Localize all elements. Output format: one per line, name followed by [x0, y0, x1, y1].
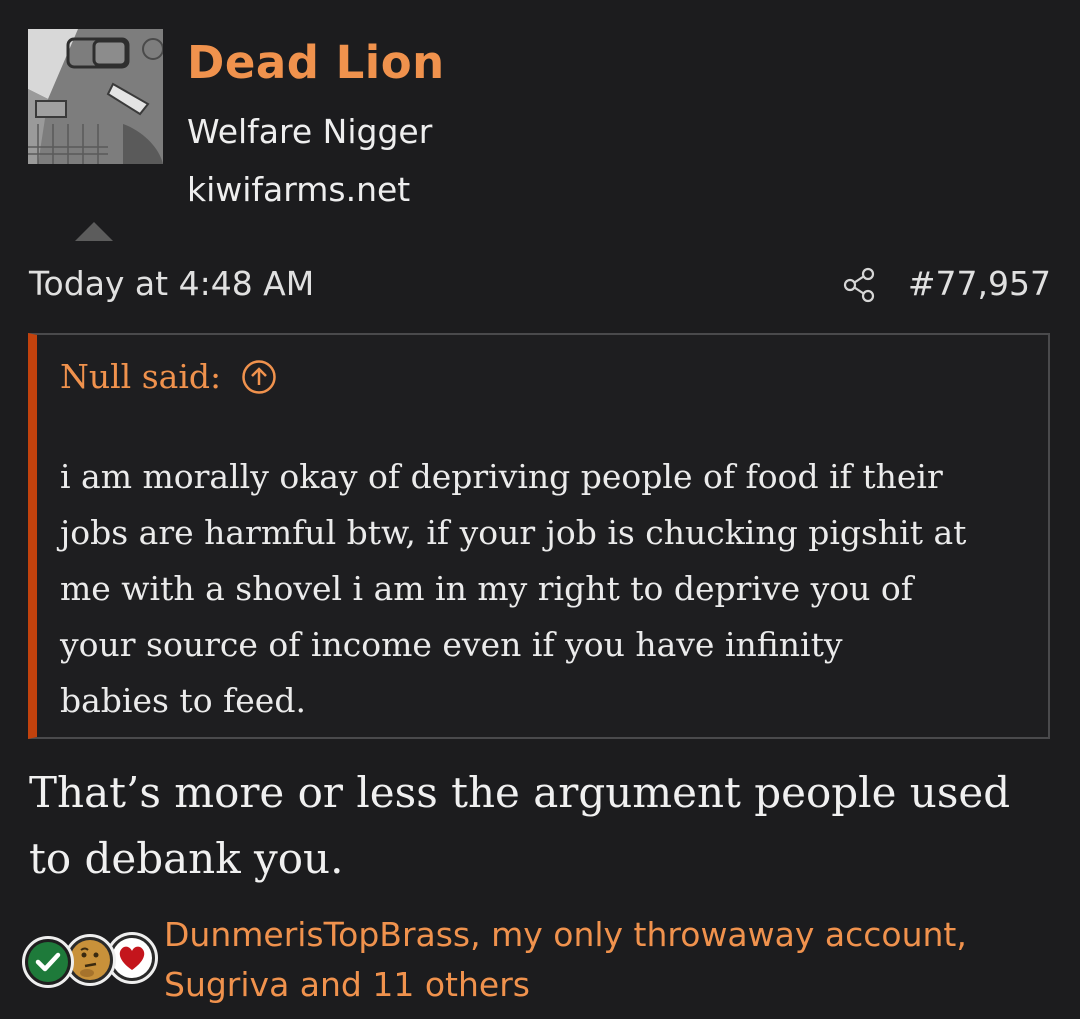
- avatar-image: [28, 29, 163, 164]
- user-site: kiwifarms.net: [187, 170, 411, 209]
- arrow-circle-up-icon[interactable]: [241, 359, 277, 395]
- post-body-line: That’s more or less the argument people …: [29, 768, 1011, 817]
- quote-text: i am morally okay of depriving people of…: [60, 449, 1045, 729]
- user-title: Welfare Nigger: [187, 112, 433, 151]
- reaction-icons[interactable]: [22, 928, 162, 990]
- user-avatar[interactable]: [28, 29, 163, 164]
- quote-line: jobs are harmful btw, if your job is chu…: [60, 513, 967, 552]
- post-body-line: to debank you.: [29, 834, 344, 883]
- quote-author-link[interactable]: Null said:: [60, 357, 277, 396]
- post-number-link[interactable]: #77,957: [908, 264, 1051, 303]
- reactors-link[interactable]: DunmerisTopBrass, my only throwaway acco…: [164, 910, 1044, 1010]
- post-date-link[interactable]: Today at 4:48 AM: [29, 264, 314, 303]
- username-link[interactable]: Dead Lion: [187, 36, 445, 89]
- post-body: That’s more or less the argument people …: [29, 760, 1039, 892]
- quote-line: babies to feed.: [60, 681, 306, 720]
- reactors-line: DunmerisTopBrass, my only throwaway acco…: [164, 915, 967, 954]
- quote-line: me with a shovel i am in my right to dep…: [60, 569, 913, 608]
- reactors-line: Sugriva and 11 others: [164, 965, 530, 1004]
- share-icon[interactable]: [840, 265, 880, 305]
- checkmark-reaction-icon[interactable]: [22, 936, 74, 988]
- caret-up-icon: [75, 222, 113, 241]
- quote-block: Null said: i am morally okay of deprivin…: [28, 333, 1050, 739]
- quote-line: i am morally okay of depriving people of…: [60, 457, 943, 496]
- quote-author-label: Null said:: [60, 357, 222, 396]
- quote-line: your source of income even if you have i…: [60, 625, 843, 664]
